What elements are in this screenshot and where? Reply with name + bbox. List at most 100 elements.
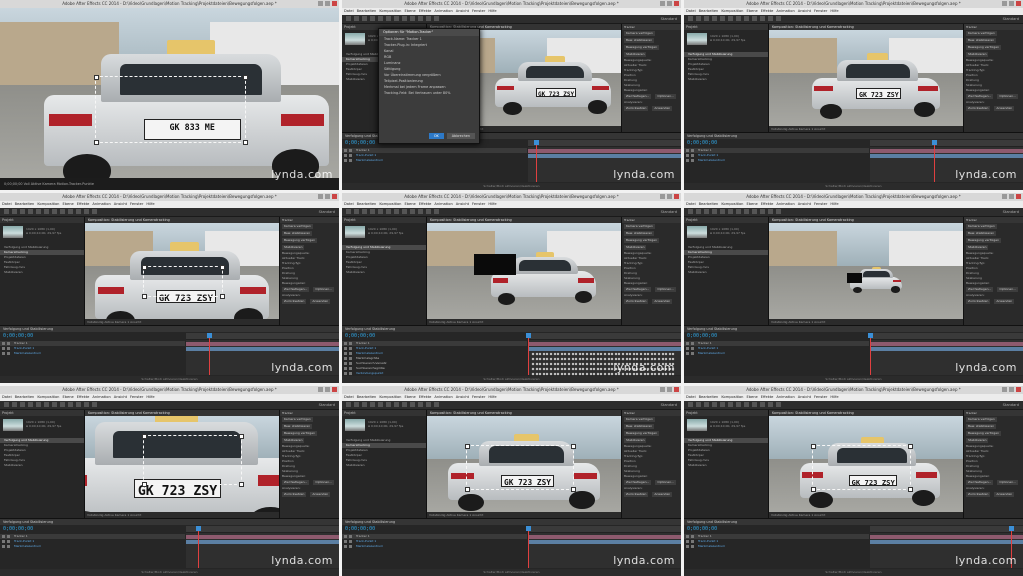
- timeline-footer[interactable]: Schalter/Modi aktivieren/deaktivieren: [342, 376, 681, 383]
- tracker-button[interactable]: Kamera verfolgen: [624, 224, 655, 229]
- track-point-handle[interactable]: [464, 486, 470, 492]
- lock-icon[interactable]: [691, 154, 694, 157]
- menu-item[interactable]: Ebene: [62, 395, 73, 399]
- visibility-icon[interactable]: [686, 540, 689, 543]
- tracker-button[interactable]: Stabilisieren: [282, 438, 305, 443]
- tracker-button[interactable]: Kamera verfolgen: [282, 224, 313, 229]
- time-ruler[interactable]: [870, 140, 1023, 147]
- layer-duration-bar[interactable]: [528, 149, 681, 153]
- composition-frame[interactable]: GK 723 ZSY: [769, 30, 963, 126]
- menu-item[interactable]: Datei: [2, 202, 12, 206]
- tool-icon[interactable]: [52, 209, 57, 214]
- menu-item[interactable]: Animation: [92, 395, 110, 399]
- menu-item[interactable]: Hilfe: [830, 202, 838, 206]
- project-item[interactable]: Stabilisieren: [684, 463, 768, 468]
- project-item[interactable]: Stabilisieren: [0, 270, 84, 275]
- menu-item[interactable]: Ansicht: [114, 395, 127, 399]
- keyframe[interactable]: [661, 352, 665, 356]
- keyframe[interactable]: [589, 357, 593, 361]
- lock-icon[interactable]: [349, 535, 352, 538]
- keyframe[interactable]: [556, 372, 560, 376]
- tracker-panel-title[interactable]: Tracker: [964, 217, 1023, 223]
- tracker-button[interactable]: Bewegung verfolgen: [966, 238, 1001, 243]
- project-item[interactable]: Stabilisieren: [342, 270, 426, 275]
- keyframe[interactable]: [538, 362, 542, 366]
- keyframe[interactable]: [581, 367, 585, 371]
- tool-icon[interactable]: [354, 209, 359, 214]
- tool-icon[interactable]: [60, 209, 65, 214]
- workspace-selector[interactable]: Standard: [661, 15, 677, 23]
- keyframe[interactable]: [589, 367, 593, 371]
- tracker-button[interactable]: Bewegung verfolgen: [966, 45, 1001, 50]
- tool-icon[interactable]: [720, 402, 725, 407]
- menu-item[interactable]: Hilfe: [488, 395, 496, 399]
- keyframe[interactable]: [585, 362, 589, 366]
- menu-item[interactable]: Datei: [686, 9, 696, 13]
- tracker-button[interactable]: Bewegung verfolgen: [282, 431, 317, 436]
- close-button[interactable]: [332, 194, 337, 199]
- keyframe[interactable]: [538, 352, 542, 356]
- tracker-button[interactable]: Bew. stabilisieren: [282, 231, 313, 236]
- tracker-button[interactable]: Stabilisieren: [282, 245, 305, 250]
- menu-item[interactable]: Hilfe: [830, 395, 838, 399]
- tracker-button[interactable]: Ziel festlegen...: [966, 480, 994, 485]
- track-point-handle[interactable]: [142, 265, 148, 271]
- keyframe[interactable]: [545, 357, 549, 361]
- visibility-icon[interactable]: [344, 352, 347, 355]
- keyframe[interactable]: [585, 367, 589, 371]
- tracker-button[interactable]: Stabilisieren: [966, 438, 989, 443]
- tool-icon[interactable]: [752, 402, 757, 407]
- menu-item[interactable]: Datei: [686, 395, 696, 399]
- tool-icon[interactable]: [370, 209, 375, 214]
- layer-duration-bar[interactable]: [870, 342, 1023, 346]
- keyframe[interactable]: [571, 367, 575, 371]
- keyframe[interactable]: [607, 357, 611, 361]
- tracker-panel-title[interactable]: Tracker: [622, 217, 681, 223]
- keyframe[interactable]: [563, 352, 567, 356]
- tool-icon[interactable]: [402, 402, 407, 407]
- keyframe[interactable]: [589, 372, 593, 376]
- tracker-button[interactable]: Bew. stabilisieren: [624, 231, 655, 236]
- menu-item[interactable]: Komposition: [721, 9, 743, 13]
- time-ruler[interactable]: [870, 526, 1023, 533]
- menu-item[interactable]: Animation: [776, 202, 794, 206]
- tool-icon[interactable]: [418, 16, 423, 21]
- project-panel-title[interactable]: Projekt: [0, 217, 84, 223]
- menu-item[interactable]: Fenster: [130, 202, 143, 206]
- workspace-selector[interactable]: Standard: [1003, 401, 1019, 409]
- tracker-button[interactable]: Kamera verfolgen: [282, 417, 313, 422]
- menu-item[interactable]: Bearbeiten: [15, 202, 35, 206]
- keyframe[interactable]: [571, 372, 575, 376]
- keyframe[interactable]: [531, 352, 535, 356]
- lock-icon[interactable]: [349, 540, 352, 543]
- menu-item[interactable]: Hilfe: [488, 202, 496, 206]
- lock-icon[interactable]: [349, 362, 352, 365]
- tool-icon[interactable]: [720, 209, 725, 214]
- menu-item[interactable]: Ebene: [746, 202, 757, 206]
- layer-row[interactable]: Merkmalszentrum: [0, 351, 185, 356]
- current-timecode[interactable]: 0;00;00;00: [3, 526, 33, 532]
- menu-item[interactable]: Bearbeiten: [357, 395, 377, 399]
- time-ruler[interactable]: [870, 333, 1023, 340]
- tracker-button[interactable]: Zurücksetzen: [624, 106, 649, 111]
- menu-item[interactable]: Animation: [434, 202, 452, 206]
- current-time-indicator[interactable]: [535, 140, 537, 182]
- layer-row[interactable]: Merkmalszentrum: [684, 544, 869, 549]
- tool-icon[interactable]: [720, 16, 725, 21]
- tracker-button[interactable]: Zurücksetzen: [624, 492, 649, 497]
- keyframe[interactable]: [635, 352, 639, 356]
- keyframe[interactable]: [553, 357, 557, 361]
- lock-icon[interactable]: [7, 540, 10, 543]
- tool-icon[interactable]: [92, 402, 97, 407]
- current-timecode[interactable]: 0;00;00;00: [345, 333, 375, 339]
- tool-icon[interactable]: [20, 402, 25, 407]
- tool-icon[interactable]: [712, 402, 717, 407]
- tracker-button[interactable]: Ziel festlegen...: [966, 94, 994, 99]
- minimize-button[interactable]: [660, 387, 665, 392]
- tool-icon[interactable]: [36, 209, 41, 214]
- minimize-button[interactable]: [1002, 194, 1007, 199]
- tool-icon[interactable]: [76, 209, 81, 214]
- keyframe[interactable]: [535, 362, 539, 366]
- tool-icon[interactable]: [76, 402, 81, 407]
- keyframe[interactable]: [661, 357, 665, 361]
